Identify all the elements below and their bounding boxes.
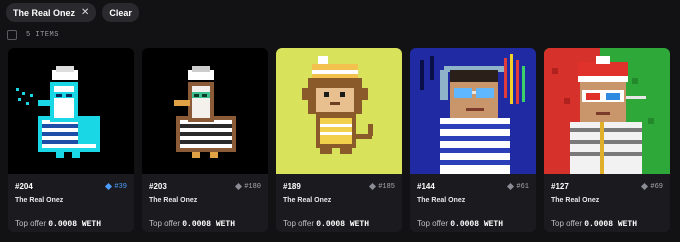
item-grid: #204 #39 The Real Onez Top offer 0.0008 … [8, 48, 670, 232]
rarity-diamond-icon [507, 182, 515, 191]
item-count: 5 ITEMS [26, 31, 59, 39]
nft-image-character-blue[interactable] [410, 48, 536, 174]
token-id: #144 [417, 182, 435, 191]
rarity-rank: #180 [235, 182, 261, 191]
rarity-value: #180 [244, 182, 261, 191]
top-offer-label: Top offer [551, 219, 582, 228]
nft-image-duck-cyan[interactable] [8, 48, 134, 174]
collection-name[interactable]: The Real Onez [149, 197, 261, 204]
top-offer-price: 0.0008 WETH [450, 220, 504, 229]
top-offer: Top offer 0.0008 WETH [149, 219, 261, 229]
rarity-value: #185 [378, 182, 395, 191]
nft-image-character-red[interactable] [544, 48, 670, 174]
rarity-value: #61 [516, 182, 529, 191]
token-id: #189 [283, 182, 301, 191]
nft-card[interactable]: #127 #69 The Real Onez Top offer 0.0008 … [544, 48, 670, 232]
top-offer-label: Top offer [15, 219, 46, 228]
results-header: 5 ITEMS [7, 30, 59, 40]
rarity-diamond-icon [369, 182, 377, 191]
nft-image-monkey[interactable] [276, 48, 402, 174]
rarity-rank: #61 [507, 182, 529, 191]
top-offer: Top offer 0.0008 WETH [15, 219, 127, 229]
collection-filter-chip[interactable]: The Real Onez ✕ [6, 3, 97, 22]
collection-name[interactable]: The Real Onez [15, 197, 127, 204]
nft-card[interactable]: #204 #39 The Real Onez Top offer 0.0008 … [8, 48, 134, 232]
rarity-value: #69 [650, 182, 663, 191]
top-offer-price: 0.0008 WETH [182, 220, 236, 229]
top-offer-price: 0.0008 WETH [316, 220, 370, 229]
collection-name[interactable]: The Real Onez [551, 197, 663, 204]
close-icon[interactable]: ✕ [81, 7, 89, 18]
filter-bar: The Real Onez ✕ Clear [6, 3, 139, 22]
rarity-diamond-icon [235, 182, 243, 191]
collection-filter-label: The Real Onez [13, 7, 76, 18]
rarity-diamond-icon [105, 182, 113, 191]
token-id: #203 [149, 182, 167, 191]
rarity-rank: #185 [369, 182, 395, 191]
top-offer-label: Top offer [283, 219, 314, 228]
clear-filters-button[interactable]: Clear [102, 3, 139, 22]
top-offer: Top offer 0.0008 WETH [417, 219, 529, 229]
nft-card[interactable]: #144 #61 The Real Onez Top offer 0.0008 … [410, 48, 536, 232]
top-offer-label: Top offer [149, 219, 180, 228]
nft-card[interactable]: #203 #180 The Real Onez Top offer 0.0008… [142, 48, 268, 232]
nft-image-duck-brown[interactable] [142, 48, 268, 174]
top-offer-price: 0.0008 WETH [584, 220, 638, 229]
collection-name[interactable]: The Real Onez [417, 197, 529, 204]
top-offer-price: 0.0008 WETH [48, 220, 102, 229]
rarity-rank: #69 [641, 182, 663, 191]
top-offer-label: Top offer [417, 219, 448, 228]
collection-name[interactable]: The Real Onez [283, 197, 395, 204]
nft-card[interactable]: #189 #185 The Real Onez Top offer 0.0008… [276, 48, 402, 232]
select-all-checkbox[interactable] [7, 30, 17, 40]
token-id: #204 [15, 182, 33, 191]
top-offer: Top offer 0.0008 WETH [551, 219, 663, 229]
rarity-diamond-icon [641, 182, 649, 191]
token-id: #127 [551, 182, 569, 191]
rarity-value: #39 [114, 182, 127, 191]
top-offer: Top offer 0.0008 WETH [283, 219, 395, 229]
rarity-rank: #39 [105, 182, 127, 191]
